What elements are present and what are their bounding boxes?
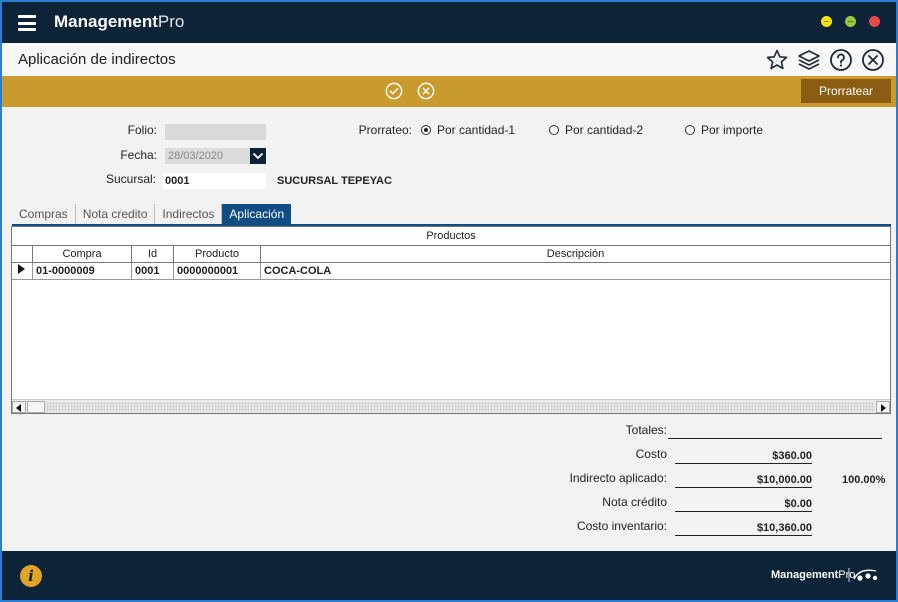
tab-aplicacion[interactable]: Aplicación	[222, 204, 292, 224]
cell-compra[interactable]: 01-0000009	[33, 263, 132, 279]
header-bar: Aplicación de indirectos	[0, 43, 898, 76]
costo-label: Costo	[635, 447, 667, 461]
scroll-thumb[interactable]	[27, 401, 45, 413]
cell-descripcion[interactable]: COCA-COLA	[261, 263, 890, 279]
nota-credito-value: $0.00	[675, 496, 812, 512]
radio-por-importe[interactable]: Por importe	[685, 123, 763, 137]
cell-producto[interactable]: 0000000001	[174, 263, 261, 279]
totales-label: Totales:	[625, 423, 667, 437]
indirecto-label: Indirecto aplicado:	[569, 471, 667, 485]
nota-credito-label: Nota crédito	[602, 495, 667, 509]
footer-bar: i ManagementPro	[0, 551, 898, 602]
products-grid[interactable]: Productos Compra Id Producto Descripción…	[11, 226, 891, 414]
prorrateo-label: Prorrateo:	[358, 123, 412, 137]
horizontal-scrollbar[interactable]	[12, 399, 890, 413]
tab-nota-credito[interactable]: Nota credito	[76, 204, 156, 224]
close-icon[interactable]	[861, 48, 885, 72]
tab-compras[interactable]: Compras	[12, 204, 76, 224]
radio-unselected-icon	[549, 125, 559, 135]
grid-header-row: Compra Id Producto Descripción	[12, 246, 890, 263]
indirecto-percent: 100.00%	[842, 474, 886, 486]
folio-field[interactable]	[165, 124, 266, 140]
fecha-label: Fecha:	[120, 148, 157, 162]
maximize-button[interactable]	[845, 16, 856, 27]
costo-inventario-value: $10,360.00	[675, 520, 812, 536]
main-content: Folio: Fecha: 28/03/2020 Sucursal: 0001 …	[0, 107, 898, 551]
folio-label: Folio:	[127, 123, 157, 137]
date-dropdown-button[interactable]	[250, 148, 266, 164]
cell-id[interactable]: 0001	[132, 263, 174, 279]
brand-logo-icon	[848, 568, 878, 582]
help-icon[interactable]	[829, 48, 853, 72]
app-name: ManagementPro	[54, 12, 185, 31]
layers-icon[interactable]	[797, 48, 821, 72]
fecha-field[interactable]: 28/03/2020	[165, 148, 250, 164]
scroll-right-button[interactable]	[876, 401, 890, 413]
radio-selected-icon	[421, 125, 431, 135]
column-header-id[interactable]: Id	[132, 246, 174, 262]
tab-strip: Compras Nota credito Indirectos Aplicaci…	[12, 204, 292, 224]
scroll-left-button[interactable]	[12, 401, 26, 413]
row-selector-header	[12, 246, 33, 262]
minimize-button[interactable]	[821, 16, 832, 27]
table-row[interactable]: 01-0000009 0001 0000000001 COCA-COLA	[12, 263, 890, 280]
star-icon[interactable]	[765, 48, 789, 72]
prorratear-button[interactable]: Prorratear	[801, 79, 891, 103]
column-header-producto[interactable]: Producto	[174, 246, 261, 262]
arrow-left-icon	[16, 404, 21, 412]
indirecto-value: $10,000.00	[675, 472, 812, 488]
footer-brand: ManagementPro	[771, 569, 856, 581]
confirm-icon[interactable]	[385, 82, 403, 100]
page-title: Aplicación de indirectos	[18, 51, 176, 68]
close-window-button[interactable]	[869, 16, 880, 27]
row-pointer	[12, 263, 33, 279]
grid-group-header: Productos	[12, 227, 890, 246]
action-bar: Prorratear	[0, 76, 898, 107]
totales-divider	[668, 438, 882, 439]
radio-por-cantidad-1[interactable]: Por cantidad-1	[421, 123, 515, 137]
column-header-compra[interactable]: Compra	[33, 246, 132, 262]
title-bar: ManagementPro	[0, 0, 898, 43]
chevron-down-icon	[252, 152, 264, 160]
arrow-right-icon	[881, 404, 886, 412]
cancel-icon[interactable]	[417, 82, 435, 100]
sucursal-name: SUCURSAL TEPEYAC	[277, 175, 392, 187]
costo-value: $360.00	[675, 448, 812, 464]
costo-inventario-label: Costo inventario:	[576, 519, 667, 533]
radio-unselected-icon	[685, 125, 695, 135]
tab-indirectos[interactable]: Indirectos	[155, 204, 223, 224]
info-icon[interactable]: i	[20, 565, 42, 587]
hamburger-menu-icon[interactable]	[18, 15, 36, 31]
scroll-track[interactable]	[46, 402, 874, 412]
radio-por-cantidad-2[interactable]: Por cantidad-2	[549, 123, 643, 137]
sucursal-label: Sucursal:	[105, 172, 156, 186]
column-header-descripcion[interactable]: Descripción	[261, 246, 890, 262]
sucursal-code-field[interactable]: 0001	[163, 173, 266, 189]
row-pointer-icon	[18, 264, 25, 274]
